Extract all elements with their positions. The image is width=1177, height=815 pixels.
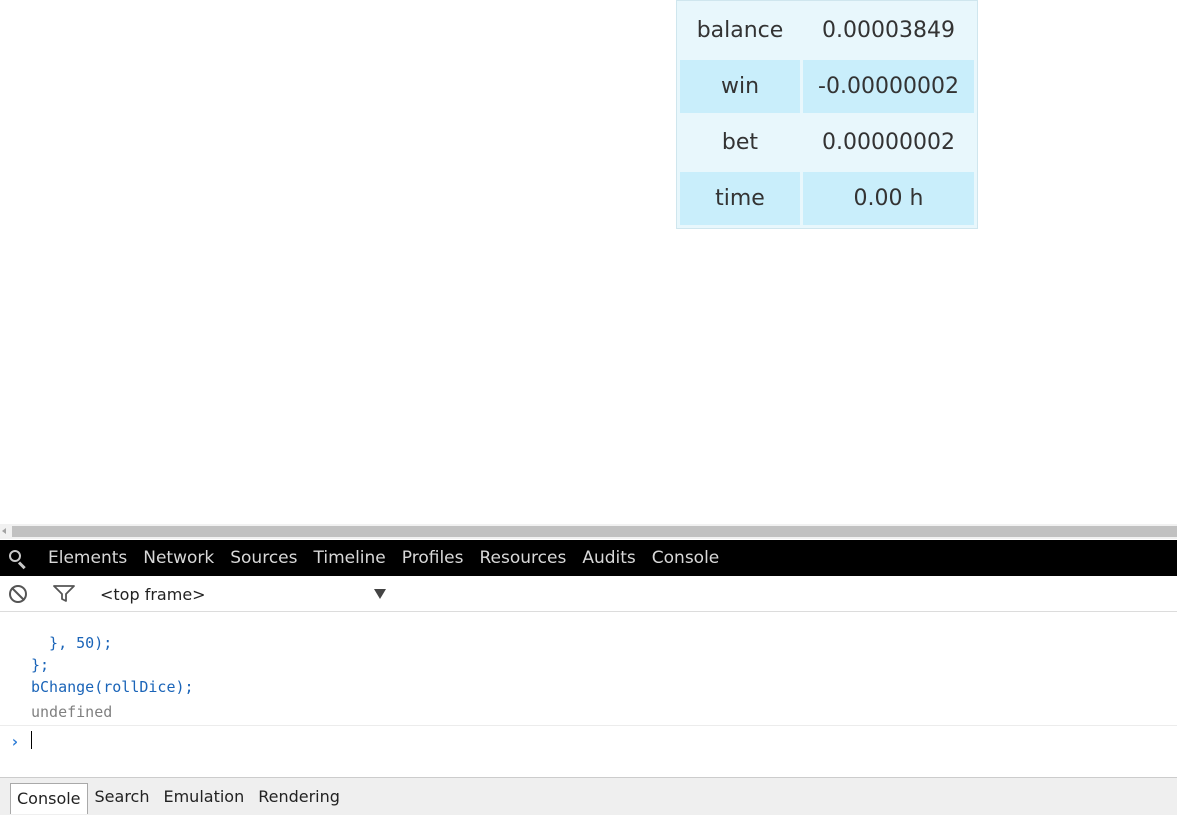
- tab-timeline[interactable]: Timeline: [305, 540, 393, 576]
- stat-value: 0.00000002: [822, 130, 955, 155]
- tab-sources[interactable]: Sources: [222, 540, 305, 576]
- clear-icon[interactable]: [9, 585, 27, 603]
- stats-table: balance 0.00003849 win -0.00000002 bet 0…: [676, 0, 978, 229]
- search-lens: [9, 550, 21, 562]
- tab-resources[interactable]: Resources: [472, 540, 575, 576]
- drawer-tab-rendering[interactable]: Rendering: [251, 782, 347, 812]
- stat-row-bet: bet 0.00000002: [680, 113, 974, 169]
- search-handle: [17, 561, 26, 570]
- stat-value: -0.00000002: [803, 60, 974, 113]
- drawer-tabs: Console Search Emulation Rendering: [0, 777, 1177, 815]
- page: balance 0.00003849 win -0.00000002 bet 0…: [0, 0, 1177, 815]
- frame-select[interactable]: <top frame>: [100, 576, 206, 614]
- tab-network[interactable]: Network: [135, 540, 222, 576]
- tab-elements[interactable]: Elements: [40, 540, 135, 576]
- stat-row-win: win -0.00000002: [680, 57, 974, 113]
- stat-label: win: [680, 60, 800, 113]
- search-icon[interactable]: [0, 540, 40, 576]
- console-input[interactable]: [34, 729, 1134, 751]
- drawer-tab-search[interactable]: Search: [88, 782, 157, 812]
- drawer-tab-console[interactable]: Console: [10, 782, 88, 814]
- console-code-line: bChange(rollDice);: [31, 678, 194, 696]
- text-cursor: [31, 731, 32, 749]
- scroll-left-arrow-icon[interactable]: [2, 528, 6, 534]
- tab-audits[interactable]: Audits: [574, 540, 643, 576]
- console-output: }, 50); }; bChange(rollDice); undefined …: [0, 612, 1177, 777]
- horizontal-scrollbar[interactable]: [0, 524, 1177, 539]
- tab-console[interactable]: Console: [644, 540, 728, 576]
- stat-label: time: [680, 172, 800, 225]
- stat-label: bet: [721, 130, 759, 155]
- scrollbar-thumb[interactable]: [12, 526, 1177, 537]
- drawer-tab-emulation[interactable]: Emulation: [156, 782, 251, 812]
- console-prompt[interactable]: ›: [0, 725, 1177, 777]
- console-toolbar: <top frame>: [0, 576, 1177, 612]
- stat-row-time: time 0.00 h: [680, 169, 974, 225]
- filter-icon[interactable]: [53, 585, 75, 603]
- tab-profiles[interactable]: Profiles: [394, 540, 472, 576]
- caret-down-icon[interactable]: [374, 589, 386, 599]
- console-result: undefined: [31, 703, 113, 721]
- chevron-right-icon: ›: [10, 732, 20, 751]
- console-code-line: }, 50);: [31, 634, 113, 652]
- stat-label: balance: [696, 18, 784, 43]
- console-code-line: };: [31, 656, 50, 674]
- stat-value: 0.00 h: [803, 172, 974, 225]
- stat-row-balance: balance 0.00003849: [680, 1, 974, 57]
- devtools-toolbar: Elements Network Sources Timeline Profil…: [0, 540, 1177, 576]
- stat-value: 0.00003849: [822, 18, 955, 43]
